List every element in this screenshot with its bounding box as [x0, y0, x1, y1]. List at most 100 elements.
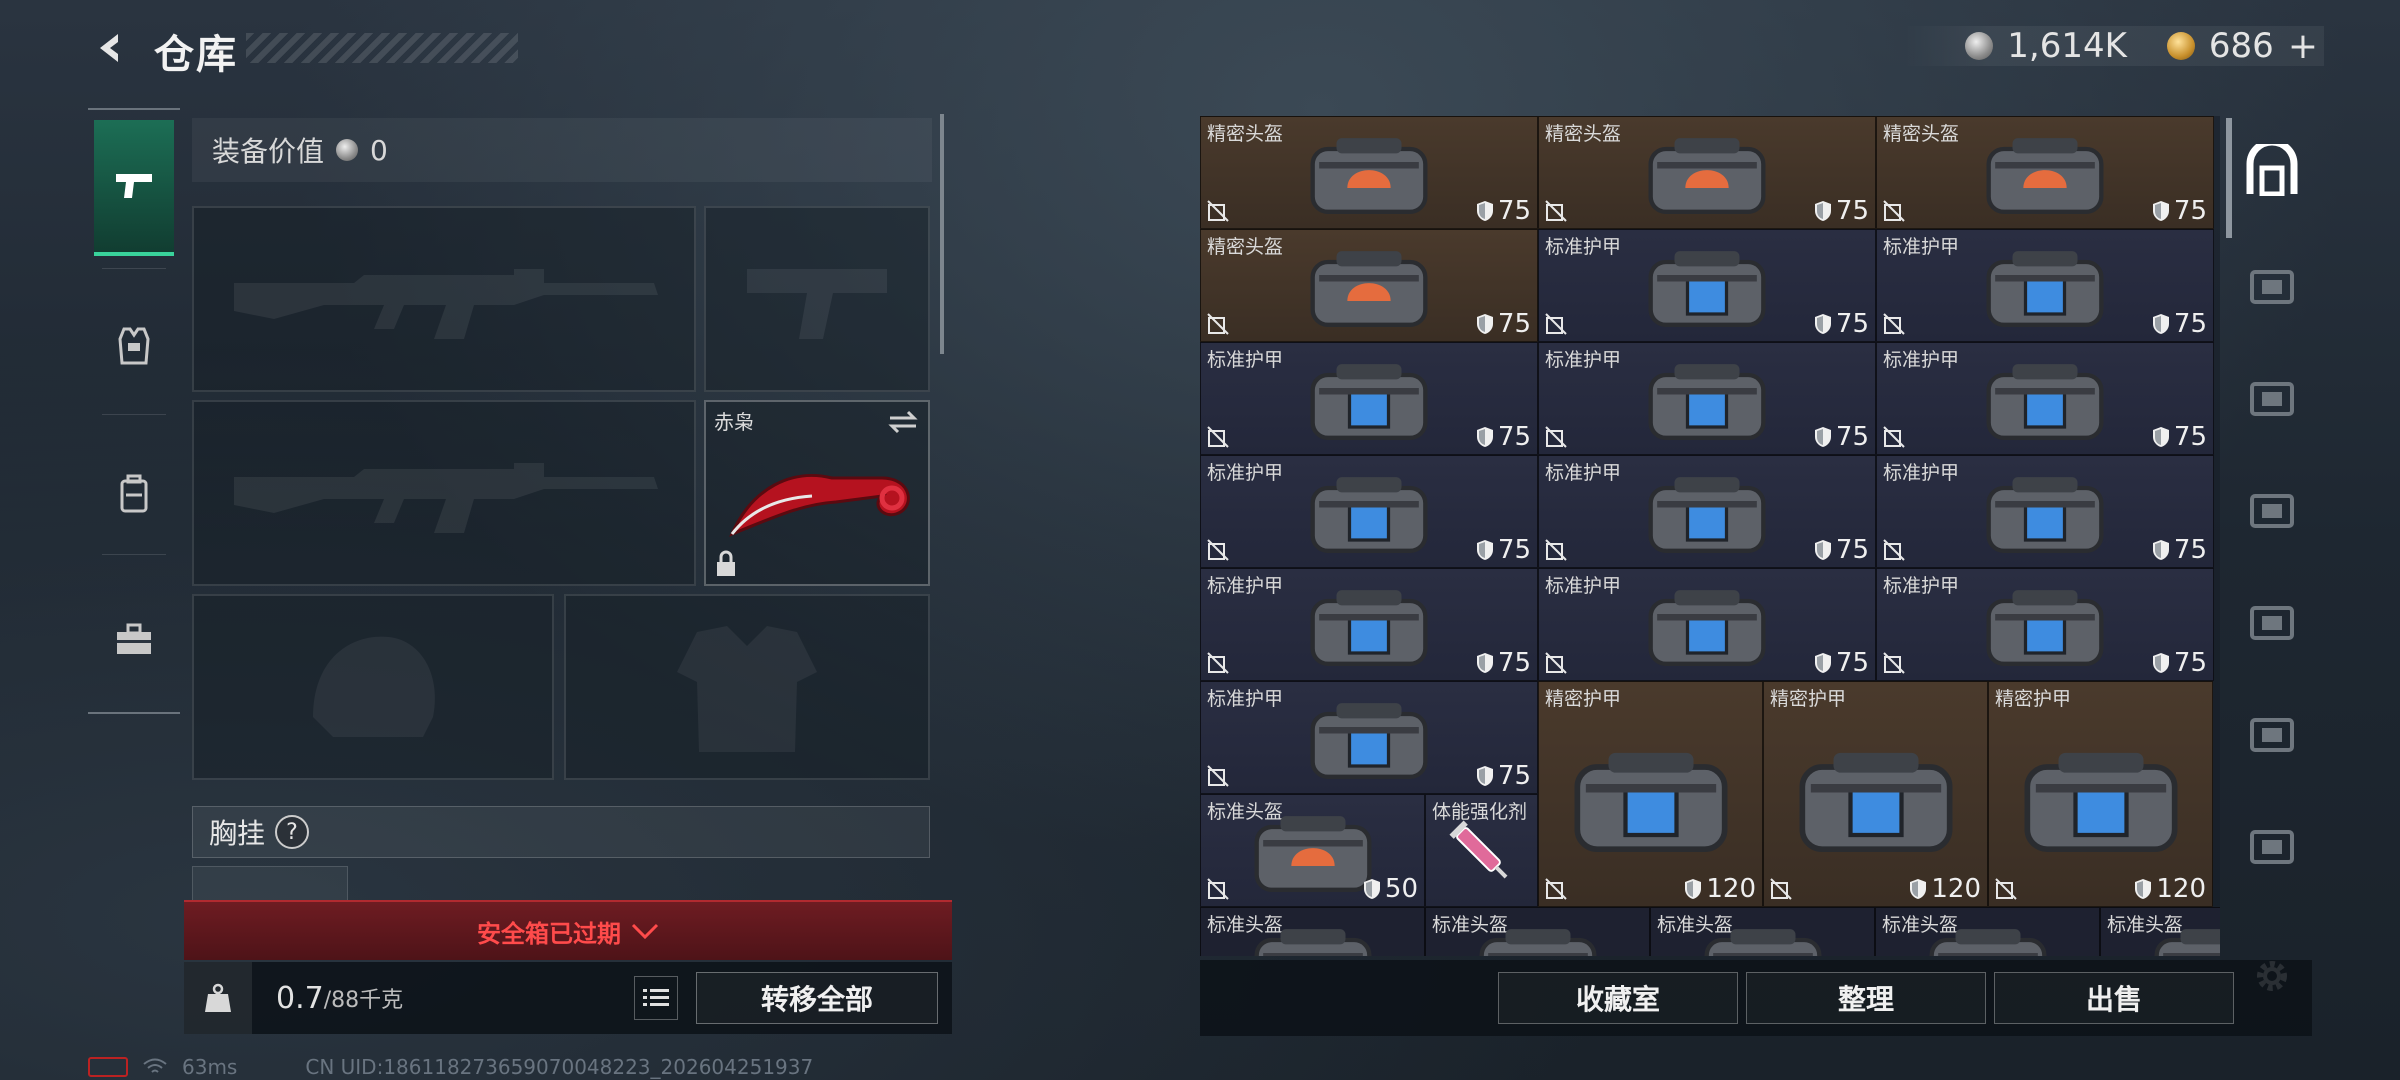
secondary-weapon-slot[interactable] [192, 400, 696, 586]
storage-item[interactable]: 标准护甲 75 [1876, 455, 2214, 568]
rail-v-container-2[interactable] [2240, 692, 2304, 768]
storage-item[interactable]: 标准护甲 75 [1200, 455, 1538, 568]
storage-item[interactable]: 精密头盔 75 [1200, 229, 1538, 342]
item-name: 精密护甲 [1770, 688, 1847, 710]
warehouse-icon [2246, 144, 2298, 196]
item-image [1980, 470, 2110, 562]
storage-item[interactable]: 标准头盔 [1200, 907, 1425, 956]
no-insure-icon [1883, 313, 1905, 335]
storage-item[interactable]: 精密头盔 75 [1876, 116, 2214, 229]
helmet-bag-icon [1479, 929, 1596, 956]
rail-gti-container[interactable] [2240, 244, 2304, 320]
back-button[interactable] [86, 24, 134, 72]
backpack-icon [120, 474, 148, 513]
chest-rig-label: 胸挂 [209, 817, 266, 850]
storage-item[interactable]: 标准护甲 75 [1200, 568, 1538, 681]
item-name: 精密护甲 [1545, 688, 1622, 710]
storage-item[interactable]: 标准护甲 75 [1876, 229, 2214, 342]
swap-icon[interactable] [886, 408, 920, 436]
storage-item[interactable]: 标准护甲 75 [1200, 681, 1538, 794]
v-container-2-icon [2250, 718, 2294, 752]
durability-value: 75 [2173, 648, 2207, 678]
item-image [1642, 470, 1772, 562]
storage-item[interactable]: 标准护甲 75 [1200, 342, 1538, 455]
rail-iv-container[interactable] [2240, 356, 2304, 432]
durability-value: 75 [2173, 309, 2207, 339]
rifle-silhouette-icon [234, 269, 658, 339]
durability-value: 75 [1497, 535, 1531, 565]
storage-item[interactable]: 标准护甲 75 [1876, 342, 2214, 455]
armor-bag-icon [1310, 477, 1428, 553]
list-icon [643, 989, 669, 1006]
storage-item[interactable]: 精密护甲 120 [1988, 681, 2213, 907]
storage-item[interactable]: 标准头盔 [1875, 907, 2100, 956]
wifi-icon [143, 1058, 167, 1073]
safebox-expired-banner[interactable]: 安全箱已过期 [184, 900, 952, 960]
no-insure-icon [1207, 765, 1229, 787]
item-image [1791, 741, 1961, 865]
storage-item[interactable]: 体能强化剂 [1425, 794, 1538, 907]
collection-room-button[interactable]: 收藏室 [1498, 972, 1738, 1024]
item-name: 精密头盔 [1545, 123, 1622, 145]
durability-value: 75 [1835, 422, 1869, 452]
item-image [2148, 922, 2220, 956]
armor-bag-icon [1574, 752, 1727, 852]
item-name: 标准护甲 [1207, 575, 1284, 597]
storage-item[interactable]: 标准护甲 75 [1876, 568, 2214, 681]
armor-bag-icon [1648, 590, 1766, 666]
rail-tab-toolbox[interactable] [94, 572, 174, 708]
max-weight: /88千克 [323, 988, 404, 1013]
rail-v-container[interactable] [2240, 580, 2304, 656]
rail-iv-container-2[interactable] [2240, 468, 2304, 544]
item-durability: 75 [1476, 422, 1531, 452]
no-insure-icon [1545, 652, 1567, 674]
lock-icon [717, 550, 735, 576]
silver-amount: 1,614K [2007, 26, 2127, 66]
list-view-button[interactable] [634, 976, 678, 1020]
durability-shield-icon [2152, 653, 2169, 673]
rail-tab-armor[interactable] [94, 278, 174, 414]
item-image [1642, 131, 1772, 223]
rifle-silhouette-icon [234, 463, 658, 533]
storage-item[interactable]: 精密护甲 120 [1763, 681, 1988, 907]
storage-item[interactable]: 标准护甲 75 [1538, 229, 1876, 342]
storage-item[interactable]: 精密护甲 120 [1538, 681, 1763, 907]
storage-item[interactable]: 标准头盔 50 [1200, 794, 1425, 907]
loadout-scrollbar[interactable] [940, 114, 944, 354]
add-currency-button[interactable]: + [2288, 26, 2318, 67]
organize-button[interactable]: 整理 [1746, 972, 1986, 1024]
helmet-bag-icon [1648, 138, 1766, 214]
sell-button[interactable]: 出售 [1994, 972, 2234, 1024]
storage-item[interactable]: 标准头盔 [2100, 907, 2220, 956]
durability-value: 75 [1835, 648, 1869, 678]
storage-item[interactable]: 精密头盔 75 [1200, 116, 1538, 229]
durability-value: 75 [1497, 196, 1531, 226]
durability-shield-icon [1476, 314, 1493, 334]
sidearm-slot[interactable] [704, 206, 930, 392]
rail-tab-backpack[interactable] [94, 426, 174, 562]
iv-container-icon [2250, 382, 2294, 416]
armor-bag-icon [2024, 752, 2177, 852]
rail-tab-weapons[interactable] [94, 120, 174, 256]
helmet-slot[interactable] [192, 594, 554, 780]
storage-item[interactable]: 标准护甲 75 [1538, 342, 1876, 455]
armor-slot[interactable] [564, 594, 930, 780]
no-insure-icon [1207, 539, 1229, 561]
primary-weapon-slot[interactable] [192, 206, 696, 392]
storage-item[interactable]: 标准头盔 [1650, 907, 1875, 956]
storage-item[interactable]: 标准护甲 75 [1538, 568, 1876, 681]
rail-warehouse[interactable] [2240, 132, 2304, 208]
storage-item[interactable]: 标准护甲 75 [1538, 455, 1876, 568]
melee-slot[interactable]: 赤枭 [704, 400, 930, 586]
rail-iv-container-3[interactable] [2240, 804, 2304, 880]
armor-bag-icon [1986, 364, 2104, 440]
no-insure-icon [1207, 313, 1229, 335]
item-durability: 75 [1476, 648, 1531, 678]
item-name: 标准护甲 [1207, 462, 1284, 484]
chest-rig-help-button[interactable]: ? [275, 815, 310, 849]
transfer-all-button[interactable]: 转移全部 [696, 972, 938, 1024]
storage-item[interactable]: 标准头盔 [1425, 907, 1650, 956]
durability-shield-icon [1476, 653, 1493, 673]
storage-item[interactable]: 精密头盔 75 [1538, 116, 1876, 229]
item-image [1304, 583, 1434, 675]
